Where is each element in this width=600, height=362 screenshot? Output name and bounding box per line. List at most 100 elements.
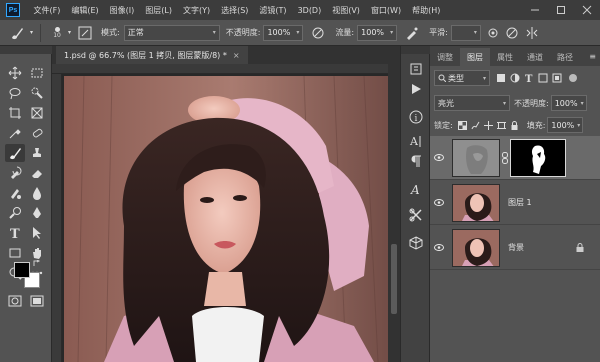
tool-presets-icon[interactable] bbox=[406, 206, 426, 224]
foreground-color-swatch[interactable] bbox=[14, 262, 30, 278]
layer-filter-dropdown[interactable]: 类型 ▾ bbox=[434, 70, 490, 86]
eyedropper-tool-icon[interactable] bbox=[5, 124, 25, 142]
menu-edit[interactable]: 编辑(E) bbox=[66, 5, 104, 16]
brush-size-picker[interactable]: 10 bbox=[46, 26, 68, 39]
smooth-field[interactable]: ▾ bbox=[450, 24, 481, 41]
gradient-tool-icon[interactable] bbox=[5, 184, 25, 202]
opacity-label: 不透明度: bbox=[225, 28, 261, 37]
3d-panel-icon[interactable] bbox=[406, 234, 426, 252]
menu-3d[interactable]: 3D(D) bbox=[292, 6, 327, 15]
type-tool-icon[interactable]: T bbox=[5, 224, 25, 242]
minimize-icon[interactable] bbox=[522, 0, 548, 20]
eraser-tool-icon[interactable] bbox=[27, 164, 47, 182]
info-panel-icon[interactable]: i bbox=[406, 108, 426, 126]
layer-thumbnail[interactable] bbox=[452, 183, 500, 222]
tab-properties[interactable]: 属性 bbox=[490, 48, 520, 66]
menu-window[interactable]: 窗口(W) bbox=[365, 5, 406, 16]
pressure-size-icon[interactable] bbox=[502, 24, 522, 42]
brush-tool-preset-icon[interactable] bbox=[4, 22, 30, 44]
lock-pixels-icon[interactable] bbox=[469, 121, 482, 130]
lock-transparent-icon[interactable] bbox=[456, 120, 469, 130]
eye-icon[interactable] bbox=[430, 154, 448, 161]
blend-mode-dropdown[interactable]: 亮光 ▾ bbox=[434, 95, 510, 111]
history-brush-tool-icon[interactable] bbox=[5, 164, 25, 182]
history-panel-icon[interactable] bbox=[406, 60, 426, 78]
layer-row[interactable]: 图层 1 bbox=[430, 181, 600, 225]
panel-menu-icon[interactable]: ≡ bbox=[589, 52, 596, 61]
crop-tool-icon[interactable] bbox=[5, 104, 25, 122]
character-panel-icon[interactable]: A bbox=[406, 180, 426, 198]
fill-field[interactable]: 100% ▾ bbox=[547, 117, 584, 133]
layer-mask-thumbnail[interactable] bbox=[510, 138, 566, 177]
filter-type-icon[interactable]: T bbox=[522, 73, 536, 83]
opacity-field[interactable]: 100% ▾ bbox=[263, 24, 304, 41]
menu-filter[interactable]: 滤镜(T) bbox=[254, 5, 292, 16]
path-selection-tool-icon[interactable] bbox=[27, 224, 47, 242]
paragraph-settings-icon[interactable] bbox=[406, 152, 426, 170]
actions-panel-icon[interactable] bbox=[406, 80, 426, 98]
airbrush-icon[interactable] bbox=[401, 24, 423, 42]
rectangle-tool-icon[interactable] bbox=[5, 244, 25, 262]
brush-tool-icon[interactable] bbox=[5, 144, 25, 162]
marquee-tool-icon[interactable] bbox=[27, 64, 47, 82]
quick-mask-icon[interactable] bbox=[5, 292, 25, 310]
layer-thumbnail[interactable] bbox=[452, 228, 500, 267]
eye-icon[interactable] bbox=[430, 244, 448, 251]
filter-toggle-icon[interactable] bbox=[566, 73, 580, 83]
layer-thumbnail[interactable] bbox=[452, 138, 500, 177]
frame-tool-icon[interactable] bbox=[27, 104, 47, 122]
lock-all-icon[interactable] bbox=[508, 120, 521, 130]
canvas-photo[interactable] bbox=[64, 76, 400, 362]
dodge-tool-icon[interactable] bbox=[5, 204, 25, 222]
close-document-icon[interactable]: × bbox=[233, 51, 240, 60]
mode-dropdown[interactable]: 正常 ▾ bbox=[123, 24, 220, 41]
healing-brush-tool-icon[interactable] bbox=[27, 124, 47, 142]
smoothing-options-icon[interactable] bbox=[484, 24, 502, 42]
scrollbar-thumb[interactable] bbox=[391, 244, 397, 314]
pen-tool-icon[interactable] bbox=[27, 204, 47, 222]
maximize-icon[interactable] bbox=[548, 0, 574, 20]
symmetry-icon[interactable] bbox=[522, 24, 542, 42]
menu-file[interactable]: 文件(F) bbox=[28, 5, 66, 16]
filter-pixel-icon[interactable] bbox=[494, 73, 508, 83]
lasso-tool-icon[interactable] bbox=[5, 84, 25, 102]
menu-image[interactable]: 图像(I) bbox=[104, 5, 140, 16]
filter-shape-icon[interactable] bbox=[536, 73, 550, 83]
menu-view[interactable]: 视图(V) bbox=[327, 5, 366, 16]
menu-select[interactable]: 选择(S) bbox=[216, 5, 254, 16]
blur-tool-icon[interactable] bbox=[27, 184, 47, 202]
swap-colors-icon[interactable] bbox=[33, 260, 41, 268]
flow-field[interactable]: 100% ▾ bbox=[357, 24, 398, 41]
move-tool-icon[interactable] bbox=[5, 64, 25, 82]
layer-row[interactable] bbox=[430, 136, 600, 180]
layer-name[interactable]: 背景 bbox=[508, 242, 524, 253]
menu-help[interactable]: 帮助(H) bbox=[407, 5, 446, 16]
tab-adjustments[interactable]: 调整 bbox=[430, 48, 460, 66]
clone-stamp-tool-icon[interactable] bbox=[27, 144, 47, 162]
tab-layers[interactable]: 图层 bbox=[460, 48, 490, 66]
eye-icon[interactable] bbox=[430, 199, 448, 206]
lock-position-icon[interactable] bbox=[482, 120, 495, 130]
toolbar-grip[interactable] bbox=[0, 46, 52, 54]
document-tab[interactable]: 1.psd @ 66.7% (图层 1 拷贝, 图层蒙版/8) * × bbox=[56, 46, 248, 64]
filter-adjustment-icon[interactable] bbox=[508, 73, 522, 83]
brush-settings-icon[interactable] bbox=[75, 24, 95, 42]
paragraph-panel-icon[interactable]: A bbox=[406, 132, 426, 150]
quick-selection-tool-icon[interactable] bbox=[27, 84, 47, 102]
filter-smart-object-icon[interactable] bbox=[550, 73, 564, 83]
canvas-area[interactable] bbox=[52, 64, 400, 362]
layer-row[interactable]: 背景 bbox=[430, 226, 600, 270]
layer-name[interactable]: 图层 1 bbox=[508, 197, 532, 208]
tab-paths[interactable]: 路径 bbox=[550, 48, 580, 66]
pressure-opacity-icon[interactable] bbox=[307, 24, 329, 42]
layer-opacity-field[interactable]: 100% ▾ bbox=[550, 95, 587, 111]
menu-type[interactable]: 文字(Y) bbox=[177, 5, 215, 16]
screen-mode-icon[interactable] bbox=[27, 292, 47, 310]
close-icon[interactable] bbox=[574, 0, 600, 20]
tab-channels[interactable]: 通道 bbox=[520, 48, 550, 66]
menu-layer[interactable]: 图层(L) bbox=[140, 5, 178, 16]
mask-link-icon[interactable] bbox=[500, 151, 510, 164]
vertical-scrollbar[interactable] bbox=[388, 64, 400, 362]
panel-strip-grip[interactable] bbox=[401, 46, 431, 54]
lock-artboard-icon[interactable] bbox=[495, 121, 508, 130]
